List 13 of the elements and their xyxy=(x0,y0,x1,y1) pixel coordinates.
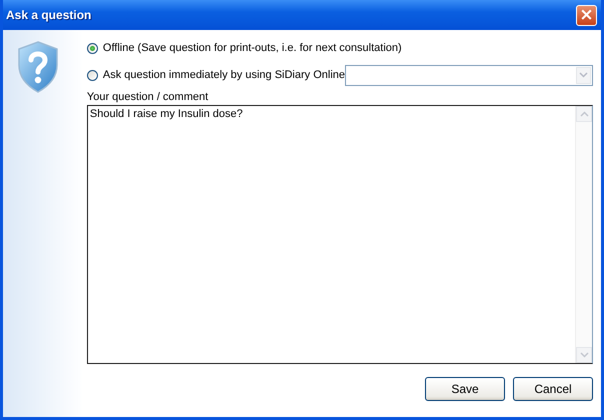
cancel-button[interactable]: Cancel xyxy=(513,377,593,401)
scrollbar[interactable] xyxy=(575,106,592,363)
question-field[interactable]: Should I raise my Insulin dose? xyxy=(86,105,593,364)
radio-option[interactable]: Offline (Save question for print-outs, i.e. for next consultation) xyxy=(86,42,402,54)
chevron-up-icon xyxy=(580,111,588,117)
dropdown-field[interactable] xyxy=(345,64,593,86)
window-title: Ask a question xyxy=(6,8,92,22)
field-label: Your question / comment xyxy=(86,91,208,103)
radio-option[interactable]: Ask question immediately by using SiDiary Online xyxy=(86,69,345,81)
save-button[interactable]: Save xyxy=(425,377,505,401)
chevron-down-icon xyxy=(579,72,588,78)
shield-question-icon xyxy=(17,41,59,93)
chevron-down-icon xyxy=(580,352,588,358)
